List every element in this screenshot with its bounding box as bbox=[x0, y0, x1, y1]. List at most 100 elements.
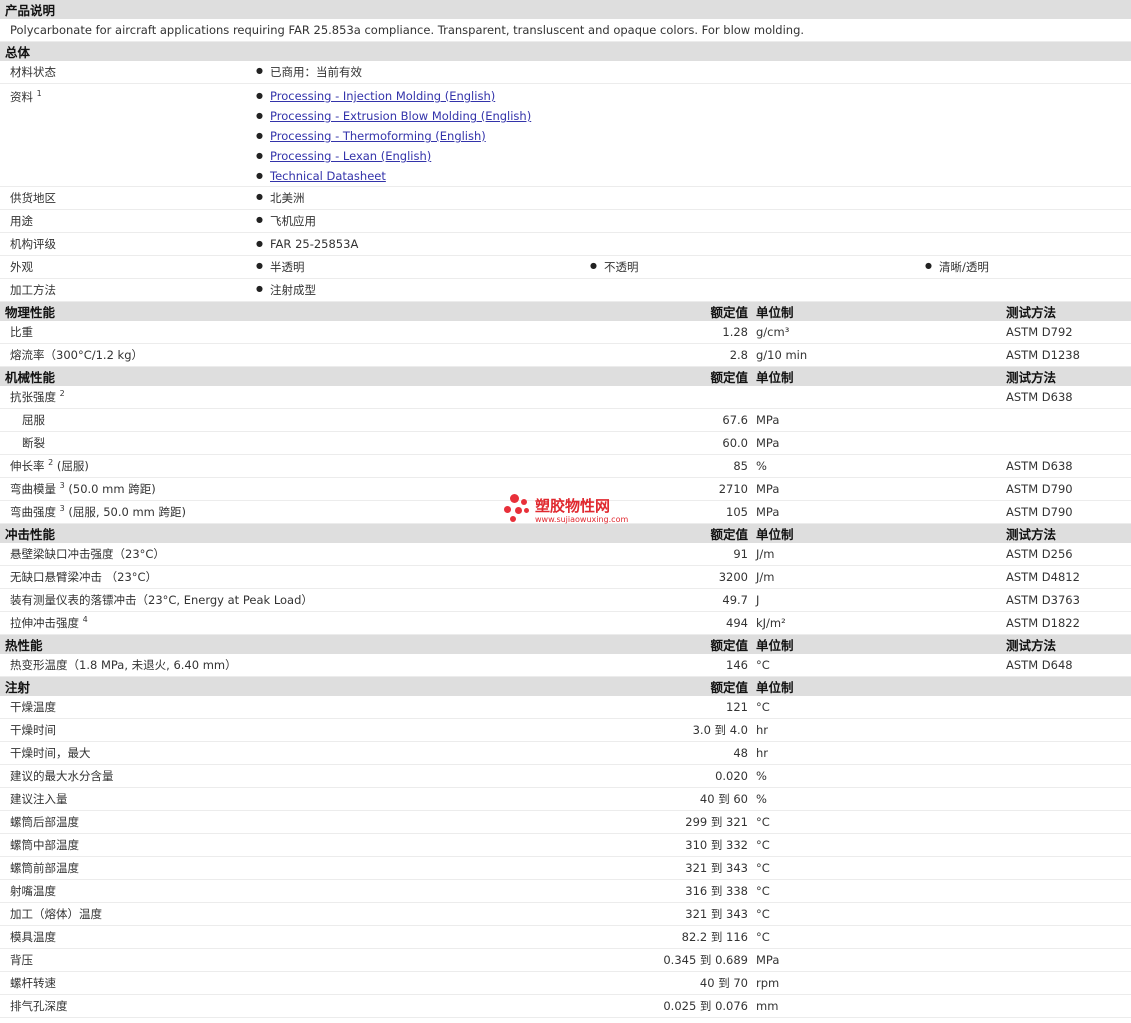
column-header-method: 测试方法 bbox=[1006, 305, 1057, 320]
row-label: 加工方法 bbox=[10, 283, 56, 297]
general-row-process: 加工方法 注射成型 bbox=[0, 279, 1131, 302]
property-name: 干燥温度 bbox=[10, 700, 56, 714]
property-name: 螺筒前部温度 bbox=[10, 861, 79, 875]
test-method: ASTM D1822 bbox=[1006, 616, 1080, 630]
property-unit: °C bbox=[756, 907, 770, 921]
column-header-method: 测试方法 bbox=[1006, 638, 1057, 653]
property-unit: °C bbox=[756, 861, 770, 875]
footnote-ref: 3 bbox=[59, 504, 65, 513]
row-value: 注射成型 bbox=[256, 282, 316, 298]
impact-section-header: 冲击性能 额定值 单位制 测试方法 bbox=[0, 524, 1131, 543]
property-unit: rpm bbox=[756, 976, 780, 990]
row-value: 不透明 bbox=[590, 259, 638, 275]
property-value: 105 bbox=[726, 505, 748, 519]
property-name: 屈服 bbox=[22, 413, 45, 427]
logo-dots-icon bbox=[504, 494, 534, 524]
property-row: 建议注入量 40 到 60% bbox=[0, 788, 1131, 811]
impact-section: 冲击性能 额定值 单位制 测试方法 悬壁梁缺口冲击强度（23°C） 91 J/m ASTM D… bbox=[0, 524, 1131, 635]
property-value: 2.8 bbox=[729, 348, 748, 362]
property-label: 比重 bbox=[10, 324, 33, 340]
doc-link-blow-molding[interactable]: Processing - Extrusion Blow Molding (Eng… bbox=[256, 109, 531, 123]
row-label: 供货地区 bbox=[10, 191, 56, 205]
property-value: 316 到 338 bbox=[685, 884, 748, 898]
section-title: 冲击性能 bbox=[5, 527, 56, 542]
footnote-ref: 1 bbox=[36, 89, 42, 98]
property-label: 热变形温度（1.8 MPa, 未退火, 6.40 mm） bbox=[10, 657, 237, 673]
property-value: 0.020 bbox=[715, 769, 748, 783]
property-label: 干燥温度 bbox=[10, 699, 56, 715]
thermal-section-header: 热性能 额定值 单位制 测试方法 bbox=[0, 635, 1131, 654]
column-header-value: 额定值 bbox=[710, 680, 748, 695]
test-method: ASTM D648 bbox=[1006, 658, 1073, 672]
row-value: 北美洲 bbox=[256, 190, 304, 206]
property-name: 加工（熔体）温度 bbox=[10, 907, 102, 921]
property-name: 模具温度 bbox=[10, 930, 56, 944]
doc-link-injection[interactable]: Processing - Injection Molding (English) bbox=[256, 89, 495, 103]
property-unit: °C bbox=[756, 930, 770, 944]
property-name: 弯曲模量 bbox=[10, 482, 56, 496]
product-section-header: 产品说明 bbox=[0, 0, 1131, 19]
property-unit: g/cm³ bbox=[756, 325, 790, 339]
property-name: 拉伸冲击强度 bbox=[10, 616, 79, 630]
property-row: 建议的最大水分含量 0.020% bbox=[0, 765, 1131, 788]
column-header-value: 额定值 bbox=[710, 638, 748, 653]
property-name: 弯曲强度 bbox=[10, 505, 56, 519]
property-name: 背压 bbox=[10, 953, 33, 967]
property-label: 装有测量仪表的落镖冲击（23°C, Energy at Peak Load） bbox=[10, 592, 313, 608]
property-unit: °C bbox=[756, 838, 770, 852]
doc-link-lexan[interactable]: Processing - Lexan (English) bbox=[256, 149, 431, 163]
property-label: 拉伸冲击强度 4 bbox=[10, 615, 88, 631]
column-header-unit: 单位制 bbox=[756, 527, 794, 542]
injection-section-header: 注射 额定值 单位制 bbox=[0, 677, 1131, 696]
general-row-rating: 机构评级 FAR 25-25853A bbox=[0, 233, 1131, 256]
row-value: 半透明 bbox=[256, 259, 304, 275]
property-row: 干燥时间，最大 48 hr bbox=[0, 742, 1131, 765]
property-row: 抗张强度 2 ASTM D638 bbox=[0, 386, 1131, 409]
property-unit: MPa bbox=[756, 482, 780, 496]
property-row: 熔流率（300°C/1.2 kg） 2.8 g/10 min ASTM D1238 bbox=[0, 344, 1131, 367]
property-name: 建议注入量 bbox=[10, 792, 68, 806]
property-unit: % bbox=[756, 459, 767, 473]
property-row: 拉伸冲击强度 4 494 kJ/m² ASTM D1822 bbox=[0, 612, 1131, 635]
property-label: 悬壁梁缺口冲击强度（23°C） bbox=[10, 546, 165, 562]
property-value: 0.345 到 0.689 bbox=[663, 953, 748, 967]
property-value: 2710 bbox=[718, 482, 748, 496]
property-label: 射嘴温度 bbox=[10, 883, 56, 899]
row-label: 用途 bbox=[10, 214, 33, 228]
row-label: 机构评级 bbox=[10, 237, 56, 251]
section-title: 热性能 bbox=[5, 638, 43, 653]
row-label: 材料状态 bbox=[10, 65, 56, 79]
column-header-value: 额定值 bbox=[710, 370, 748, 385]
property-row: 螺筒中部温度 310 到 332 °C bbox=[0, 834, 1131, 857]
property-label: 加工（熔体）温度 bbox=[10, 906, 102, 922]
test-method: ASTM D1238 bbox=[1006, 348, 1080, 362]
property-value: 48 bbox=[733, 746, 748, 760]
test-method: ASTM D4812 bbox=[1006, 570, 1080, 584]
column-header-unit: 单位制 bbox=[756, 680, 794, 695]
property-row: 屈服 67.6 MPa bbox=[0, 409, 1131, 432]
property-row: 断裂 60.0 MPa bbox=[0, 432, 1131, 455]
property-name: 熔流率（300°C/1.2 kg） bbox=[10, 348, 144, 362]
property-row: 螺筒后部温度 299 到 321 °C bbox=[0, 811, 1131, 834]
property-name: 装有测量仪表的落镖冲击（23°C, Energy at Peak Load） bbox=[10, 593, 313, 607]
property-name: 悬壁梁缺口冲击强度（23°C） bbox=[10, 547, 165, 561]
property-unit: % bbox=[756, 769, 767, 783]
doc-link-datasheet[interactable]: Technical Datasheet bbox=[256, 169, 386, 183]
property-name: 比重 bbox=[10, 325, 33, 339]
test-method: ASTM D792 bbox=[1006, 325, 1073, 339]
property-unit: °C bbox=[756, 884, 770, 898]
property-label: 干燥时间，最大 bbox=[10, 745, 91, 761]
thermal-section: 热性能 额定值 单位制 测试方法 热变形温度（1.8 MPa, 未退火, 6.40 mm… bbox=[0, 635, 1131, 677]
property-row: 螺筒前部温度 321 到 343 °C bbox=[0, 857, 1131, 880]
property-name: 热变形温度（1.8 MPa, 未退火, 6.40 mm） bbox=[10, 658, 237, 672]
doc-link-thermoforming[interactable]: Processing - Thermoforming (English) bbox=[256, 129, 486, 143]
property-name: 射嘴温度 bbox=[10, 884, 56, 898]
property-row: 比重 1.28 g/cm³ ASTM D792 bbox=[0, 321, 1131, 344]
property-label: 弯曲强度 3 (屈服, 50.0 mm 跨距) bbox=[10, 504, 186, 520]
property-row: 干燥时间 3.0 到 4.0 hr bbox=[0, 719, 1131, 742]
property-value: 1.28 bbox=[722, 325, 748, 339]
property-label: 熔流率（300°C/1.2 kg） bbox=[10, 347, 143, 363]
test-method: ASTM D638 bbox=[1006, 459, 1073, 473]
property-label: 干燥时间 bbox=[10, 722, 56, 738]
property-label: 弯曲模量 3 (50.0 mm 跨距) bbox=[10, 481, 156, 497]
